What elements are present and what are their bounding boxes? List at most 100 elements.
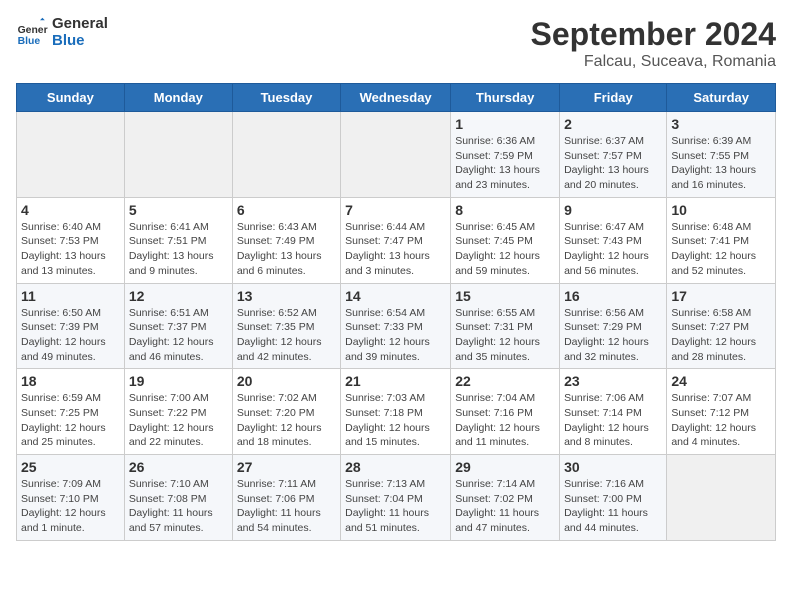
day-number: 4 [21, 202, 120, 218]
header-saturday: Saturday [667, 84, 776, 112]
day-number: 30 [564, 459, 662, 475]
day-detail: Sunrise: 6:37 AMSunset: 7:57 PMDaylight:… [564, 135, 649, 191]
calendar-cell: 5 Sunrise: 6:41 AMSunset: 7:51 PMDayligh… [124, 197, 232, 283]
title-block: September 2024 Falcau, Suceava, Romania [531, 16, 776, 71]
day-detail: Sunrise: 7:10 AMSunset: 7:08 PMDaylight:… [129, 478, 213, 534]
day-detail: Sunrise: 7:11 AMSunset: 7:06 PMDaylight:… [237, 478, 321, 534]
day-number: 15 [455, 288, 555, 304]
day-detail: Sunrise: 6:59 AMSunset: 7:25 PMDaylight:… [21, 392, 106, 448]
day-detail: Sunrise: 6:43 AMSunset: 7:49 PMDaylight:… [237, 221, 322, 277]
logo: General Blue General Blue [16, 16, 108, 49]
calendar-cell: 18 Sunrise: 6:59 AMSunset: 7:25 PMDaylig… [17, 369, 125, 455]
day-detail: Sunrise: 7:07 AMSunset: 7:12 PMDaylight:… [671, 392, 756, 448]
day-detail: Sunrise: 6:44 AMSunset: 7:47 PMDaylight:… [345, 221, 430, 277]
logo-blue: Blue [52, 33, 108, 50]
day-detail: Sunrise: 7:09 AMSunset: 7:10 PMDaylight:… [21, 478, 106, 534]
day-number: 10 [671, 202, 771, 218]
calendar-cell: 27 Sunrise: 7:11 AMSunset: 7:06 PMDaylig… [232, 455, 340, 541]
calendar-week-row: 25 Sunrise: 7:09 AMSunset: 7:10 PMDaylig… [17, 455, 776, 541]
calendar-cell: 3 Sunrise: 6:39 AMSunset: 7:55 PMDayligh… [667, 112, 776, 198]
calendar-cell: 8 Sunrise: 6:45 AMSunset: 7:45 PMDayligh… [451, 197, 560, 283]
calendar-cell: 24 Sunrise: 7:07 AMSunset: 7:12 PMDaylig… [667, 369, 776, 455]
day-detail: Sunrise: 7:02 AMSunset: 7:20 PMDaylight:… [237, 392, 322, 448]
calendar-cell: 12 Sunrise: 6:51 AMSunset: 7:37 PMDaylig… [124, 283, 232, 369]
calendar-cell: 20 Sunrise: 7:02 AMSunset: 7:20 PMDaylig… [232, 369, 340, 455]
day-number: 11 [21, 288, 120, 304]
day-detail: Sunrise: 6:47 AMSunset: 7:43 PMDaylight:… [564, 221, 649, 277]
day-detail: Sunrise: 6:50 AMSunset: 7:39 PMDaylight:… [21, 307, 106, 363]
day-detail: Sunrise: 6:40 AMSunset: 7:53 PMDaylight:… [21, 221, 106, 277]
calendar-cell: 21 Sunrise: 7:03 AMSunset: 7:18 PMDaylig… [341, 369, 451, 455]
calendar-cell [341, 112, 451, 198]
header-thursday: Thursday [451, 84, 560, 112]
header-tuesday: Tuesday [232, 84, 340, 112]
calendar-cell: 13 Sunrise: 6:52 AMSunset: 7:35 PMDaylig… [232, 283, 340, 369]
day-detail: Sunrise: 7:06 AMSunset: 7:14 PMDaylight:… [564, 392, 649, 448]
logo-general: General [52, 16, 108, 33]
header-friday: Friday [560, 84, 667, 112]
day-number: 16 [564, 288, 662, 304]
calendar-cell: 14 Sunrise: 6:54 AMSunset: 7:33 PMDaylig… [341, 283, 451, 369]
calendar-cell: 26 Sunrise: 7:10 AMSunset: 7:08 PMDaylig… [124, 455, 232, 541]
day-detail: Sunrise: 7:03 AMSunset: 7:18 PMDaylight:… [345, 392, 430, 448]
calendar-cell: 11 Sunrise: 6:50 AMSunset: 7:39 PMDaylig… [17, 283, 125, 369]
day-number: 19 [129, 373, 228, 389]
day-detail: Sunrise: 6:39 AMSunset: 7:55 PMDaylight:… [671, 135, 756, 191]
calendar-week-row: 4 Sunrise: 6:40 AMSunset: 7:53 PMDayligh… [17, 197, 776, 283]
calendar-cell: 15 Sunrise: 6:55 AMSunset: 7:31 PMDaylig… [451, 283, 560, 369]
calendar-cell: 25 Sunrise: 7:09 AMSunset: 7:10 PMDaylig… [17, 455, 125, 541]
calendar-cell: 6 Sunrise: 6:43 AMSunset: 7:49 PMDayligh… [232, 197, 340, 283]
day-number: 6 [237, 202, 336, 218]
day-detail: Sunrise: 7:16 AMSunset: 7:00 PMDaylight:… [564, 478, 648, 534]
day-detail: Sunrise: 6:58 AMSunset: 7:27 PMDaylight:… [671, 307, 756, 363]
day-detail: Sunrise: 6:54 AMSunset: 7:33 PMDaylight:… [345, 307, 430, 363]
day-detail: Sunrise: 6:55 AMSunset: 7:31 PMDaylight:… [455, 307, 540, 363]
day-number: 17 [671, 288, 771, 304]
day-detail: Sunrise: 7:00 AMSunset: 7:22 PMDaylight:… [129, 392, 214, 448]
day-number: 5 [129, 202, 228, 218]
calendar-cell [124, 112, 232, 198]
logo-icon: General Blue [16, 17, 48, 49]
day-number: 26 [129, 459, 228, 475]
day-number: 1 [455, 116, 555, 132]
calendar-cell: 17 Sunrise: 6:58 AMSunset: 7:27 PMDaylig… [667, 283, 776, 369]
svg-text:Blue: Blue [18, 36, 41, 47]
day-detail: Sunrise: 6:48 AMSunset: 7:41 PMDaylight:… [671, 221, 756, 277]
calendar-cell: 9 Sunrise: 6:47 AMSunset: 7:43 PMDayligh… [560, 197, 667, 283]
day-number: 24 [671, 373, 771, 389]
header-monday: Monday [124, 84, 232, 112]
calendar-cell: 16 Sunrise: 6:56 AMSunset: 7:29 PMDaylig… [560, 283, 667, 369]
day-detail: Sunrise: 6:36 AMSunset: 7:59 PMDaylight:… [455, 135, 540, 191]
day-number: 9 [564, 202, 662, 218]
calendar-cell [667, 455, 776, 541]
day-number: 25 [21, 459, 120, 475]
header-sunday: Sunday [17, 84, 125, 112]
day-detail: Sunrise: 6:45 AMSunset: 7:45 PMDaylight:… [455, 221, 540, 277]
calendar-table: SundayMondayTuesdayWednesdayThursdayFrid… [16, 83, 776, 541]
day-number: 8 [455, 202, 555, 218]
day-detail: Sunrise: 6:52 AMSunset: 7:35 PMDaylight:… [237, 307, 322, 363]
day-detail: Sunrise: 6:51 AMSunset: 7:37 PMDaylight:… [129, 307, 214, 363]
calendar-cell: 19 Sunrise: 7:00 AMSunset: 7:22 PMDaylig… [124, 369, 232, 455]
day-number: 12 [129, 288, 228, 304]
calendar-cell: 7 Sunrise: 6:44 AMSunset: 7:47 PMDayligh… [341, 197, 451, 283]
calendar-cell: 29 Sunrise: 7:14 AMSunset: 7:02 PMDaylig… [451, 455, 560, 541]
calendar-header-row: SundayMondayTuesdayWednesdayThursdayFrid… [17, 84, 776, 112]
calendar-subtitle: Falcau, Suceava, Romania [531, 53, 776, 71]
day-detail: Sunrise: 6:56 AMSunset: 7:29 PMDaylight:… [564, 307, 649, 363]
day-detail: Sunrise: 7:13 AMSunset: 7:04 PMDaylight:… [345, 478, 429, 534]
day-number: 13 [237, 288, 336, 304]
calendar-week-row: 11 Sunrise: 6:50 AMSunset: 7:39 PMDaylig… [17, 283, 776, 369]
calendar-cell: 2 Sunrise: 6:37 AMSunset: 7:57 PMDayligh… [560, 112, 667, 198]
day-number: 3 [671, 116, 771, 132]
day-number: 18 [21, 373, 120, 389]
calendar-cell: 10 Sunrise: 6:48 AMSunset: 7:41 PMDaylig… [667, 197, 776, 283]
calendar-cell: 23 Sunrise: 7:06 AMSunset: 7:14 PMDaylig… [560, 369, 667, 455]
day-number: 27 [237, 459, 336, 475]
calendar-cell [17, 112, 125, 198]
calendar-cell: 28 Sunrise: 7:13 AMSunset: 7:04 PMDaylig… [341, 455, 451, 541]
calendar-cell [232, 112, 340, 198]
page-header: General Blue General Blue September 2024… [16, 16, 776, 71]
calendar-title: September 2024 [531, 16, 776, 53]
day-number: 23 [564, 373, 662, 389]
